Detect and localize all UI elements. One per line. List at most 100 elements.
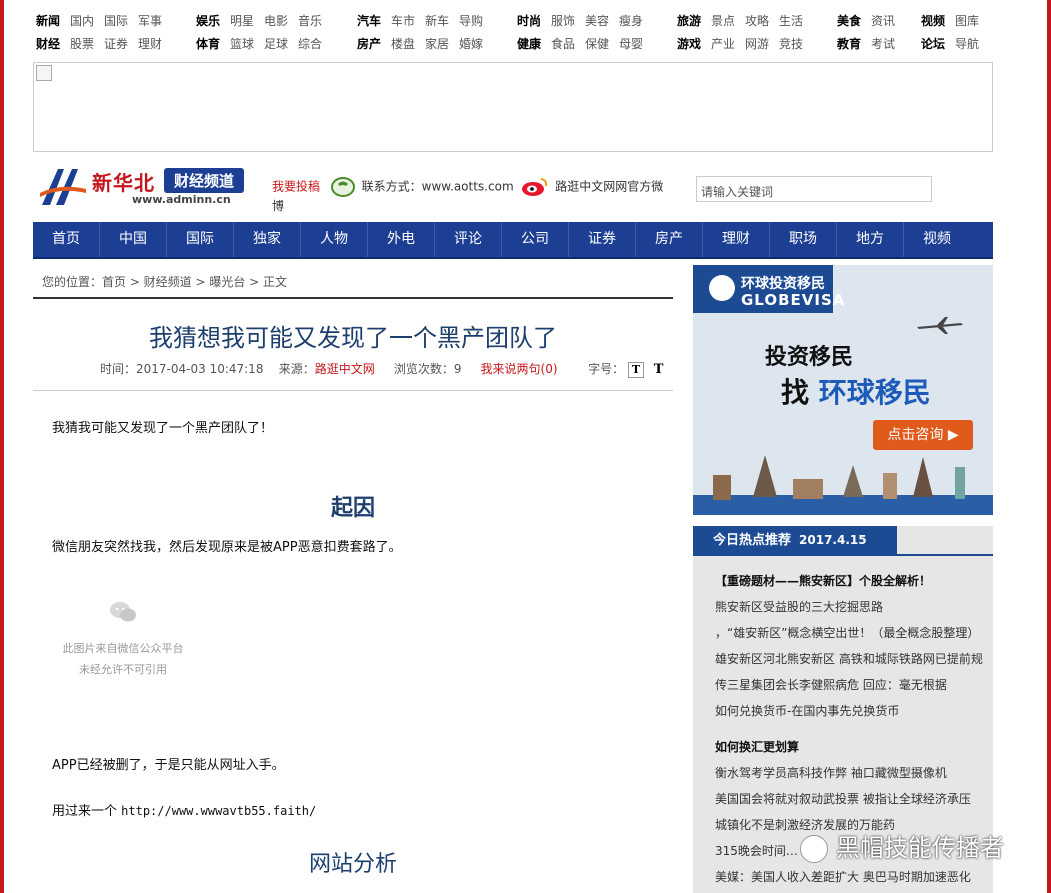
mainnav-item[interactable]: 独家 xyxy=(234,222,301,257)
hot-item-link[interactable]: 如何兑换货币-在国内事先兑换货币 xyxy=(715,702,899,719)
topnav-row: 游戏 产业 网游 竞技 xyxy=(677,33,813,56)
topnav-link[interactable]: 军事 xyxy=(138,14,162,28)
topnav-group: 汽车 车市 新车 导购房产 楼盘 家居 婚嫁 xyxy=(357,10,493,56)
hot-item-link[interactable]: 美媒：美国人收入差距扩大 奥巴马时期加速恶化 xyxy=(715,868,971,885)
topnav-link[interactable]: 景点 xyxy=(711,14,735,28)
topnav-link[interactable]: 时尚 xyxy=(517,14,541,28)
topnav-link[interactable]: 竞技 xyxy=(779,37,803,51)
top-category-nav: 新闻 国内 国际 军事财经 股票 证券 理财 娱乐 明星 电影 音乐体育 篮球 足球 综合 汽车 车市 新车 导购… xyxy=(36,10,996,58)
mainnav-item[interactable]: 人物 xyxy=(301,222,368,257)
breadcrumb: 您的位置：首页 > 财经频道 > 曝光台 > 正文 xyxy=(42,275,288,289)
article-source-link[interactable]: 路逛中文网 xyxy=(315,362,375,376)
hot-item-link[interactable]: 雄安新区河北熊安新区 高铁和城际铁路网已提前规 xyxy=(715,650,983,667)
mainnav-item[interactable]: 房产 xyxy=(636,222,703,257)
topnav-link[interactable]: 资讯 xyxy=(871,14,895,28)
topnav-link[interactable]: 考试 xyxy=(871,37,895,51)
topnav-link[interactable]: 美食 xyxy=(837,14,861,28)
image-note: 未经允许不可引用 xyxy=(79,663,167,676)
promo-brand-cn: 环球投资移民 xyxy=(741,276,825,292)
topnav-link[interactable]: 旅游 xyxy=(677,14,701,28)
topnav-link[interactable]: 产业 xyxy=(711,37,735,51)
mainnav-item[interactable]: 视频 xyxy=(904,222,970,257)
topnav-link[interactable]: 车市 xyxy=(391,14,415,28)
font-small-button[interactable]: T xyxy=(627,362,644,378)
section-heading-analysis: 网站分析 xyxy=(308,852,397,877)
mainnav-item[interactable]: 首页 xyxy=(33,222,100,257)
topnav-link[interactable]: 攻略 xyxy=(745,14,769,28)
topnav-link[interactable]: 健康 xyxy=(517,37,541,51)
font-large-button[interactable]: T xyxy=(654,362,664,377)
mainnav-item[interactable]: 证券 xyxy=(569,222,636,257)
mainnav-item[interactable]: 地方 xyxy=(837,222,904,257)
topnav-link[interactable]: 篮球 xyxy=(230,37,254,51)
topnav-link[interactable]: 导购 xyxy=(459,14,483,28)
paragraph-text: 用过来一个 xyxy=(52,804,118,819)
topnav-link[interactable]: 国内 xyxy=(70,14,94,28)
topnav-row: 论坛 导航 xyxy=(921,33,989,56)
wechat-icon xyxy=(110,602,136,622)
promo-line1: 投资移民 xyxy=(765,345,854,370)
site-logo[interactable]: 新华北 财经频道 www.adminn.cn xyxy=(40,165,260,213)
hot-item-link[interactable]: 美国国会将就对叙动武投票 被指让全球经济承压 xyxy=(715,790,971,807)
submit-link[interactable]: 我要投稿 xyxy=(272,180,320,194)
topnav-link[interactable]: 导航 xyxy=(955,37,979,51)
hot-item-link[interactable]: 熊安新区受益股的三大挖掘思路 xyxy=(715,598,883,615)
topnav-link[interactable]: 汽车 xyxy=(357,14,381,28)
promo-ad[interactable]: 环球投资移民 GLOBEVISA 投资移民 找 环球移民 点击咨询 ▶ xyxy=(693,265,993,515)
broken-image-icon xyxy=(36,65,52,81)
mainnav-item[interactable]: 职场 xyxy=(770,222,837,257)
topnav-link[interactable]: 明星 xyxy=(230,14,254,28)
hot-item-link[interactable]: 衡水驾考学员高科技作弊 袖口藏微型摄像机 xyxy=(715,764,947,781)
topnav-row: 体育 篮球 足球 综合 xyxy=(196,33,332,56)
topnav-link[interactable]: 服饰 xyxy=(551,14,575,28)
topnav-link[interactable]: 美容 xyxy=(585,14,609,28)
topnav-link[interactable]: 体育 xyxy=(196,37,220,51)
topnav-link[interactable]: 保健 xyxy=(585,37,609,51)
hot-item-link[interactable]: ，“雄安新区”概念横空出世！（最全概念股整理） xyxy=(715,624,979,641)
topnav-link[interactable]: 婚嫁 xyxy=(459,37,483,51)
search-input[interactable]: 请输入关键词 xyxy=(696,176,932,202)
article-time: 时间：2017-04-03 10:47:18 xyxy=(100,362,264,376)
topnav-link[interactable]: 教育 xyxy=(837,37,861,51)
topnav-link[interactable]: 游戏 xyxy=(677,37,701,51)
globe-icon xyxy=(709,275,735,301)
topnav-link[interactable]: 食品 xyxy=(551,37,575,51)
topnav-link[interactable]: 网游 xyxy=(745,37,769,51)
hot-item-link[interactable]: 传三星集团会长李健熙病危 回应：毫无根据 xyxy=(715,676,947,693)
topnav-link[interactable]: 母婴 xyxy=(619,37,643,51)
topnav-link[interactable]: 视频 xyxy=(921,14,945,28)
topnav-link[interactable]: 足球 xyxy=(264,37,288,51)
topnav-link[interactable]: 股票 xyxy=(70,37,94,51)
topnav-link[interactable]: 国际 xyxy=(104,14,128,28)
topnav-link[interactable]: 财经 xyxy=(36,37,60,51)
topnav-link[interactable]: 证券 xyxy=(104,37,128,51)
topnav-link[interactable]: 新闻 xyxy=(36,14,60,28)
topnav-link[interactable]: 楼盘 xyxy=(391,37,415,51)
topnav-link[interactable]: 音乐 xyxy=(298,14,322,28)
fontsize-label: 字号： xyxy=(588,362,625,376)
mainnav-item[interactable]: 评论 xyxy=(435,222,502,257)
comment-link[interactable]: 我来说两句(0) xyxy=(481,362,558,376)
topnav-link[interactable]: 娱乐 xyxy=(196,14,220,28)
topnav-link[interactable]: 电影 xyxy=(264,14,288,28)
topnav-link[interactable]: 论坛 xyxy=(921,37,945,51)
topnav-row: 美食 资讯 xyxy=(837,10,905,33)
mainnav-item[interactable]: 外电 xyxy=(368,222,435,257)
wechat-icon xyxy=(800,835,828,863)
hot-item-link[interactable]: 315晚会时间… xyxy=(715,842,798,859)
topnav-link[interactable]: 理财 xyxy=(138,37,162,51)
topnav-link[interactable]: 家居 xyxy=(425,37,449,51)
topnav-link[interactable]: 图库 xyxy=(955,14,979,28)
mainnav-item[interactable]: 国际 xyxy=(167,222,234,257)
mainnav-item[interactable]: 中国 xyxy=(100,222,167,257)
hot-item-link[interactable]: 【重磅题材——熊安新区】个股全解析！ xyxy=(715,572,931,589)
mainnav-item[interactable]: 公司 xyxy=(502,222,569,257)
ad-banner[interactable] xyxy=(33,62,993,152)
topnav-link[interactable]: 瘦身 xyxy=(619,14,643,28)
topnav-link[interactable]: 房产 xyxy=(357,37,381,51)
topnav-link[interactable]: 综合 xyxy=(298,37,322,51)
mainnav-item[interactable]: 理财 xyxy=(703,222,770,257)
topnav-link[interactable]: 新车 xyxy=(425,14,449,28)
article-views: 浏览次数：9 xyxy=(393,362,462,376)
topnav-link[interactable]: 生活 xyxy=(779,14,803,28)
